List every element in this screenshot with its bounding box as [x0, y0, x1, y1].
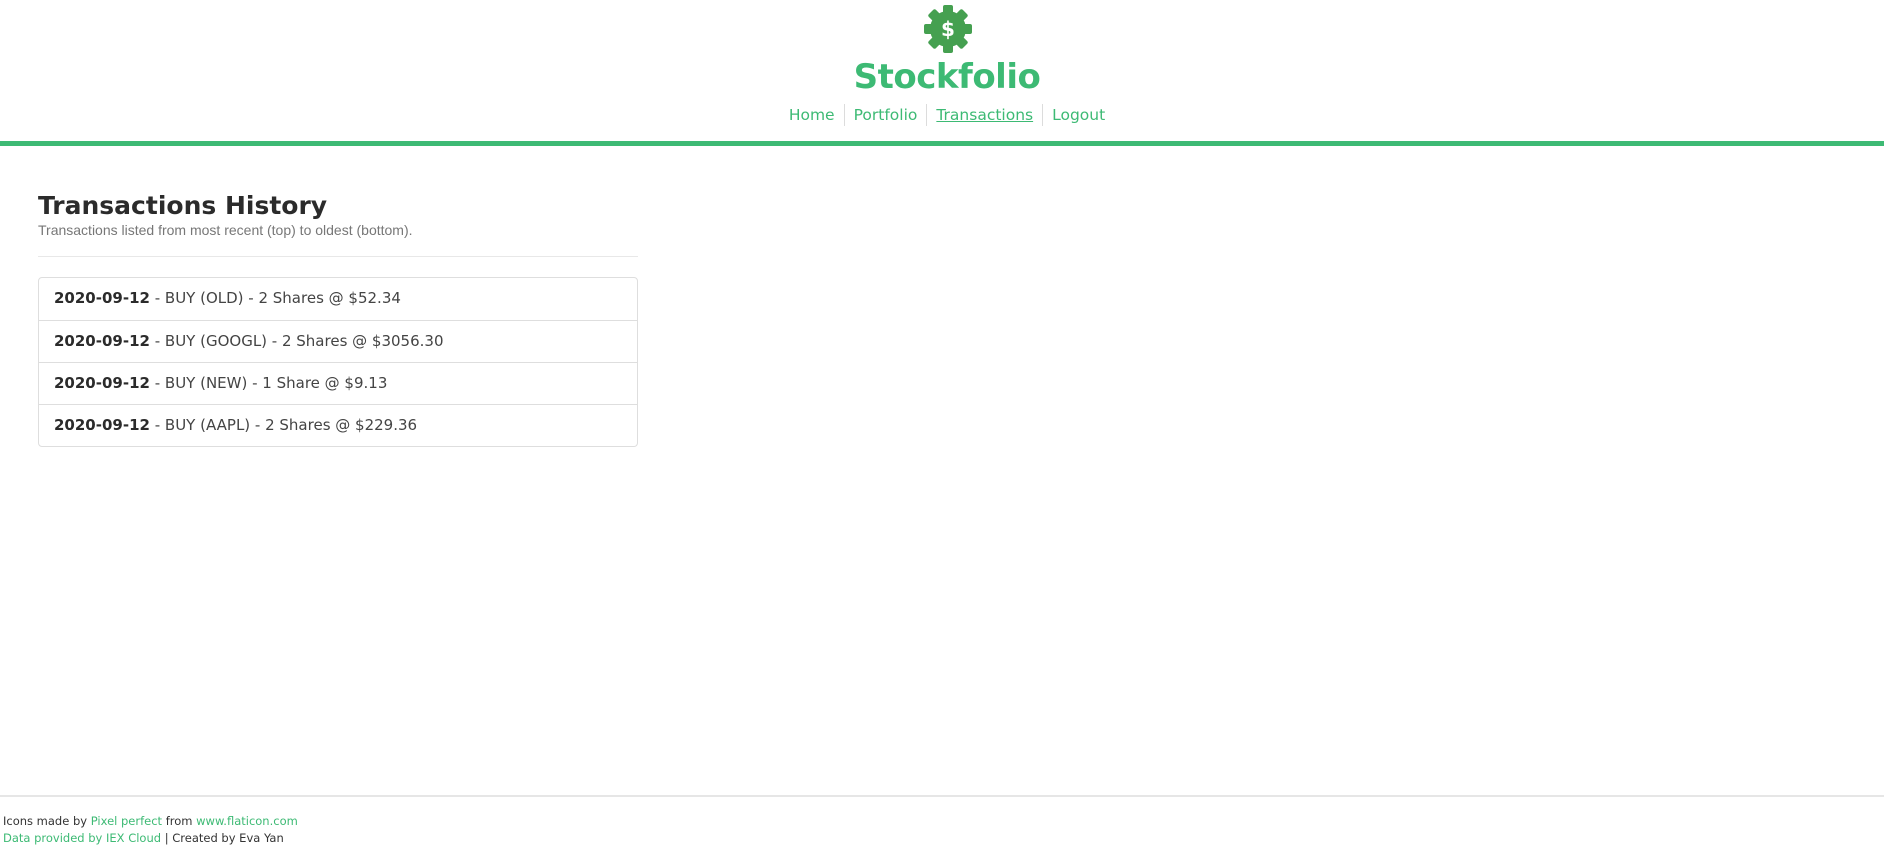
transaction-details: - BUY (NEW) - 1 Share @ $9.13 [149, 374, 388, 392]
nav-item-home[interactable]: Home [780, 104, 844, 126]
page-subtitle: Transactions listed from most recent (to… [38, 222, 413, 238]
footer-credits-line: Icons made by Pixel perfect from www.fla… [3, 813, 1884, 830]
footer-text: Icons made by [3, 814, 91, 828]
footer-link-pixel-perfect[interactable]: Pixel perfect [91, 814, 162, 828]
transaction-item: 2020-09-12 - BUY (OLD) - 2 Shares @ $52.… [39, 278, 637, 320]
brand-title[interactable]: Stockfolio [0, 57, 1884, 97]
footer-data-line: Data provided by IEX Cloud | Created by … [3, 830, 1884, 847]
nav-item-logout[interactable]: Logout [1042, 104, 1114, 126]
svg-text:$: $ [941, 17, 955, 41]
footer-link-flaticon[interactable]: www.flaticon.com [196, 814, 298, 828]
main-content: Transactions History Transactions listed… [38, 190, 638, 447]
transaction-details: - BUY (OLD) - 2 Shares @ $52.34 [149, 289, 401, 307]
transaction-item: 2020-09-12 - BUY (AAPL) - 2 Shares @ $22… [39, 404, 637, 446]
page-title: Transactions History [38, 191, 328, 220]
transaction-item: 2020-09-12 - BUY (NEW) - 1 Share @ $9.13 [39, 362, 637, 404]
transaction-date: 2020-09-12 [54, 374, 150, 392]
main-nav: Home Portfolio Transactions Logout [0, 104, 1884, 126]
transaction-date: 2020-09-12 [54, 332, 150, 350]
gear-dollar-icon[interactable]: $ [922, 2, 974, 54]
transaction-details: - BUY (GOOGL) - 2 Shares @ $3056.30 [149, 332, 444, 350]
transactions-list: 2020-09-12 - BUY (OLD) - 2 Shares @ $52.… [38, 277, 638, 447]
footer-text: | Created by Eva Yan [161, 831, 284, 845]
transaction-date: 2020-09-12 [54, 416, 150, 434]
nav-item-transactions[interactable]: Transactions [926, 104, 1042, 126]
site-header: $ Stockfolio Home Portfolio Transactions Lo… [0, 0, 1884, 146]
site-footer: Icons made by Pixel perfect from www.fla… [0, 795, 1884, 859]
transaction-details: - BUY (AAPL) - 2 Shares @ $229.36 [149, 416, 418, 434]
transaction-date: 2020-09-12 [54, 289, 150, 307]
nav-item-portfolio[interactable]: Portfolio [843, 104, 927, 126]
transaction-item: 2020-09-12 - BUY (GOOGL) - 2 Shares @ $3… [39, 320, 637, 362]
divider [38, 256, 638, 257]
footer-text: from [162, 814, 197, 828]
footer-link-iex-cloud[interactable]: Data provided by IEX Cloud [3, 831, 161, 845]
